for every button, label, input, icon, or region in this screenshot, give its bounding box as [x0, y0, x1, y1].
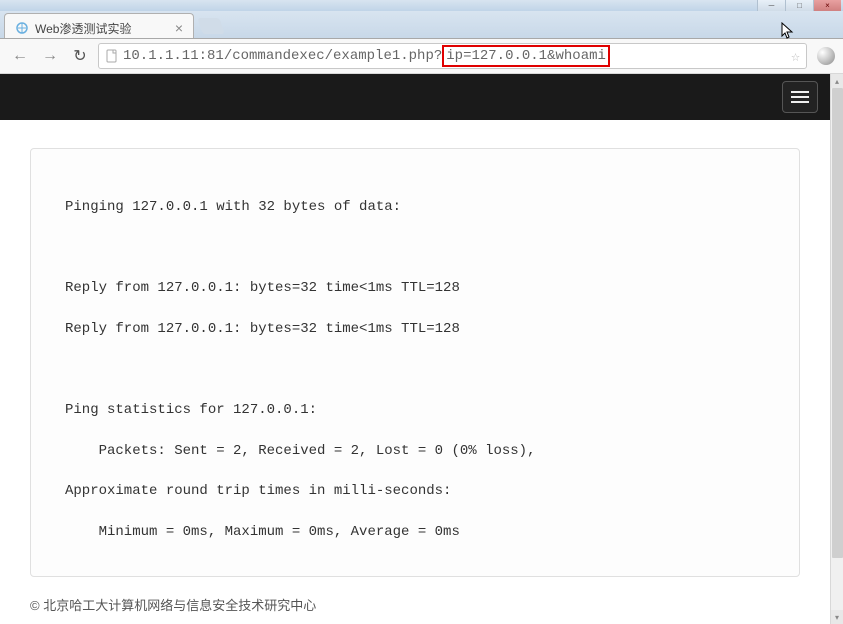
maximize-button[interactable]: □ — [785, 0, 813, 11]
tab-close-icon[interactable]: × — [175, 20, 183, 36]
minimize-button[interactable]: ─ — [757, 0, 785, 11]
browser-tab-strip: Web渗透测试实验 × — [0, 11, 843, 39]
reload-button[interactable]: ↻ — [68, 44, 92, 68]
browser-menu-icon[interactable] — [817, 47, 835, 65]
command-output: Pinging 127.0.0.1 with 32 bytes of data:… — [65, 197, 765, 542]
browser-toolbar: ← → ↻ 10.1.1.11:81/commandexec/example1.… — [0, 39, 843, 74]
forward-button[interactable]: → — [38, 44, 62, 68]
scroll-thumb[interactable] — [832, 88, 843, 558]
new-tab-button[interactable] — [197, 18, 224, 34]
back-button[interactable]: ← — [8, 44, 32, 68]
url-text: 10.1.1.11:81/commandexec/example1.php?ip… — [123, 45, 787, 67]
vertical-scrollbar[interactable]: ▴ ▾ — [830, 74, 843, 624]
bookmark-star-icon[interactable]: ☆ — [791, 47, 800, 66]
window-controls: ─ □ × — [757, 0, 841, 11]
scroll-up-button[interactable]: ▴ — [831, 74, 843, 88]
tab-title: Web渗透测试实验 — [35, 20, 131, 37]
output-panel: Pinging 127.0.0.1 with 32 bytes of data:… — [30, 148, 800, 577]
close-window-button[interactable]: × — [813, 0, 841, 11]
hamburger-menu-button[interactable] — [782, 81, 818, 113]
url-prefix: 10.1.1.11:81/commandexec/example1.php? — [123, 48, 442, 64]
page-content-area: Pinging 127.0.0.1 with 32 bytes of data:… — [0, 74, 830, 624]
browser-tab[interactable]: Web渗透测试实验 × — [4, 13, 194, 38]
window-titlebar: ─ □ × — [0, 0, 843, 11]
tab-favicon-icon — [15, 21, 29, 35]
page-footer: © 北京哈工大计算机网络与信息安全技术研究中心 — [30, 595, 800, 614]
url-highlighted-param: ip=127.0.0.1&whoami — [442, 45, 610, 67]
page-icon — [105, 49, 119, 63]
address-bar[interactable]: 10.1.1.11:81/commandexec/example1.php?ip… — [98, 43, 807, 69]
page-navbar — [0, 74, 830, 120]
scroll-down-button[interactable]: ▾ — [831, 610, 843, 624]
